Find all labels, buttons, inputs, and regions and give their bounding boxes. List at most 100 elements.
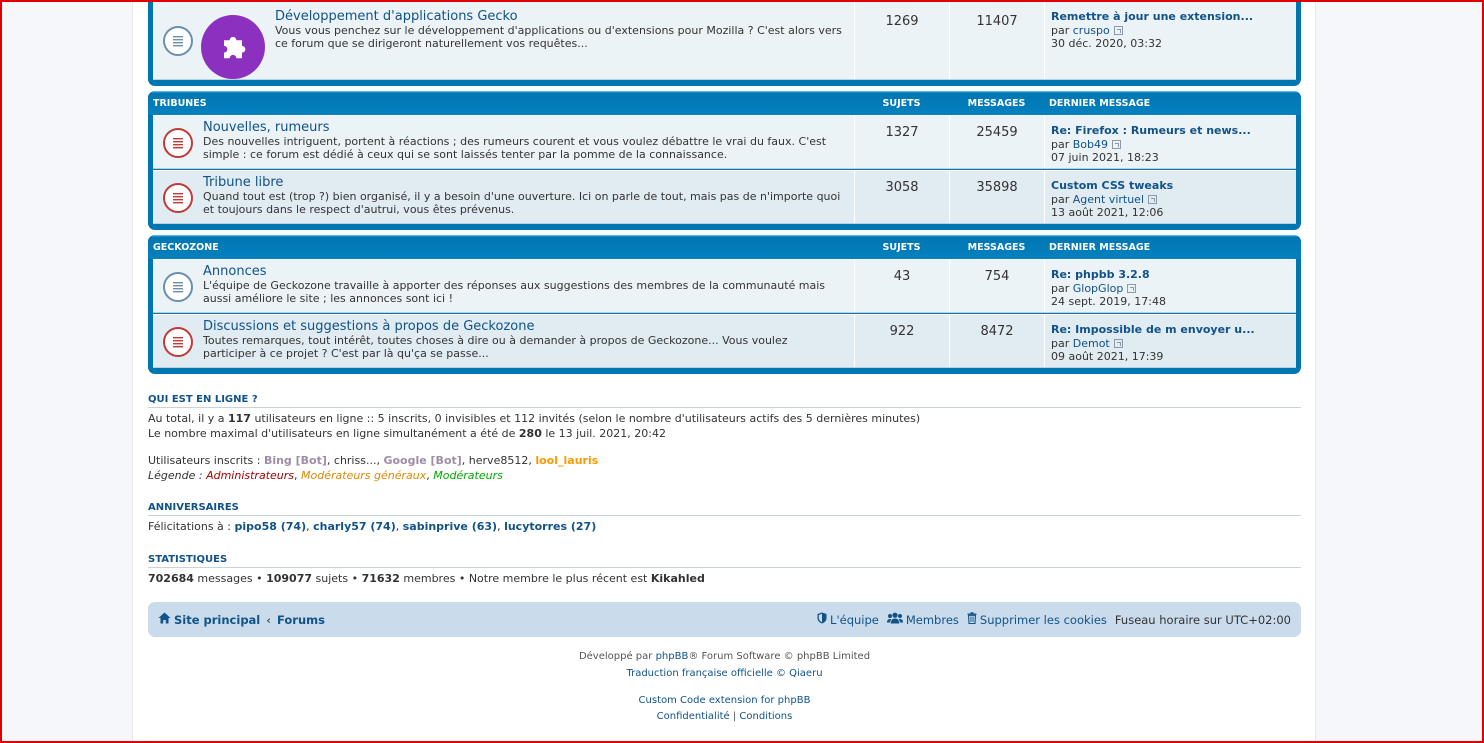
online-section-title[interactable]: QUI EST EN LIGNE ?	[148, 394, 1301, 408]
forum-description: L'équipe de Geckozone travaille à apport…	[203, 278, 826, 306]
last-post-user[interactable]: cruspo	[1073, 24, 1110, 37]
privacy-link[interactable]: Confidentialité	[657, 711, 730, 722]
goto-post-icon[interactable]	[1127, 283, 1137, 293]
forum-topics-count: 1269	[854, 0, 949, 79]
site-home-link[interactable]: Site principal	[174, 613, 260, 627]
stats-section-title: STATISTIQUES	[148, 554, 1301, 568]
legend-gmod-link[interactable]: Modérateurs généraux	[301, 469, 426, 482]
goto-post-icon[interactable]	[1113, 338, 1123, 348]
forum-unread-icon	[163, 183, 193, 213]
online-text: Au total, il y a	[148, 412, 228, 425]
forum-row[interactable]: Tribune libre Quand tout est (trop ?) bi…	[153, 170, 1296, 224]
timezone-label: Fuseau horaire sur UTC+02:00	[1114, 612, 1291, 627]
terms-link[interactable]: Conditions	[739, 711, 792, 722]
footer-custom-code: Custom Code extension for phpBB	[148, 695, 1301, 706]
last-post-title[interactable]: Re: phpbb 3.2.8	[1051, 268, 1296, 282]
last-post-by: par	[1051, 137, 1070, 151]
goto-post-icon[interactable]	[1112, 139, 1122, 149]
last-post-date: 09 août 2021, 17:39	[1051, 350, 1164, 363]
breadcrumb-separator: ‹	[266, 612, 271, 627]
legend-mod-link[interactable]: Modérateurs	[433, 469, 503, 482]
category-tribunes: TRIBUNES SUJETS MESSAGES DERNIER MESSAGE…	[148, 91, 1301, 230]
forum-topics-count: 43	[854, 260, 949, 312]
last-post-title[interactable]: Custom CSS tweaks	[1051, 179, 1296, 193]
user-link[interactable]: Google [Bot]	[383, 454, 461, 467]
last-post-by: par	[1051, 336, 1070, 350]
forum-posts-count: 11407	[949, 0, 1044, 79]
online-text: le 13 juil. 2021, 20:42	[541, 427, 666, 440]
stats-text: sujets •	[312, 572, 362, 585]
birthday-user-link[interactable]: charly57 (74)	[313, 520, 396, 533]
delete-cookies-link[interactable]: Supprimer les cookies	[980, 613, 1107, 627]
shield-icon	[817, 612, 827, 627]
user-link[interactable]: herve8512	[469, 454, 529, 467]
last-post-date: 13 août 2021, 12:06	[1051, 206, 1164, 219]
last-post-user[interactable]: Demot	[1073, 337, 1110, 350]
footer-copyright: Développé par phpBB® Forum Software © ph…	[148, 651, 1301, 662]
forum-row[interactable]: Nouvelles, rumeurs Des nouvelles intrigu…	[153, 115, 1296, 169]
user-link[interactable]: lool_lauris	[535, 454, 598, 467]
forum-title[interactable]: Développement d'applications Gecko	[275, 10, 850, 24]
online-max-count: 280	[518, 427, 542, 440]
members-link[interactable]: Membres	[906, 613, 959, 627]
birthday-user-link[interactable]: sabinprive (63)	[403, 520, 497, 533]
custom-code-link[interactable]: Custom Code extension for phpBB	[639, 695, 811, 706]
birthdays-line: Félicitations à : pipo58 (74), charly57 …	[148, 520, 597, 533]
cookies-link-group[interactable]: Supprimer les cookies	[967, 612, 1107, 627]
team-link-group[interactable]: L'équipe	[817, 612, 879, 627]
birthdays-label: Félicitations à :	[148, 520, 235, 533]
breadcrumb: Site principal ‹ Forums	[158, 612, 325, 627]
footer-translation: Traduction française officielle © Qiaeru	[148, 668, 1301, 679]
page-wrapper: Développement d'applications Gecko Vous …	[132, 0, 1316, 743]
category-title[interactable]: GECKOZONE	[153, 242, 854, 253]
forums-link[interactable]: Forums	[277, 613, 325, 627]
legend-admin-link[interactable]: Administrateurs	[206, 469, 294, 482]
forum-posts-count: 8472	[949, 315, 1044, 367]
last-post-by: par	[1051, 192, 1070, 206]
online-total-line: Au total, il y a 117 utilisateurs en lig…	[148, 412, 920, 425]
last-post-user[interactable]: GlopGlop	[1073, 282, 1124, 295]
forum-title[interactable]: Discussions et suggestions à propos de G…	[203, 320, 843, 334]
forum-unread-icon	[163, 327, 193, 357]
newest-member-link[interactable]: Kikahled	[651, 572, 705, 585]
online-text: utilisateurs en ligne :: 5 inscrits, 0 i…	[250, 412, 921, 425]
last-post-user[interactable]: Bob49	[1073, 138, 1108, 151]
forum-row-gecko-dev[interactable]: Développement d'applications Gecko Vous …	[153, 0, 1296, 80]
category-title[interactable]: TRIBUNES	[153, 98, 854, 109]
puzzle-icon	[201, 15, 265, 79]
legend-line: Légende : Administrateurs, Modérateurs g…	[148, 469, 503, 482]
forum-description: Vous vous penchez sur le développement d…	[275, 23, 842, 51]
last-post-title[interactable]: Remettre à jour une extension...	[1051, 10, 1296, 24]
category-header: TRIBUNES SUJETS MESSAGES DERNIER MESSAGE	[148, 91, 1301, 115]
last-post-title[interactable]: Re: Firefox : Rumeurs et news...	[1051, 124, 1296, 138]
online-text: Le nombre maximal d'utilisateurs en lign…	[148, 427, 519, 440]
forum-row[interactable]: Annonces L'équipe de Geckozone travaille…	[153, 259, 1296, 313]
last-post-user[interactable]: Agent virtuel	[1073, 193, 1144, 206]
col-header-posts: MESSAGES	[967, 241, 1026, 253]
forum-read-icon	[163, 272, 193, 302]
birthday-user-link[interactable]: pipo58 (74)	[235, 520, 307, 533]
online-count: 117	[228, 412, 251, 425]
translation-link[interactable]: Traduction française officielle © Qiaeru	[626, 668, 822, 679]
forum-title[interactable]: Tribune libre	[203, 176, 843, 190]
user-link[interactable]: Bing [Bot]	[264, 454, 327, 467]
last-post-date: 07 juin 2021, 18:23	[1051, 151, 1159, 164]
last-post-title[interactable]: Re: Impossible de m envoyer u...	[1051, 323, 1296, 337]
footer-text: Développé par	[578, 651, 656, 662]
trash-icon	[967, 612, 977, 627]
members-link-group[interactable]: Membres	[886, 612, 959, 627]
team-link[interactable]: L'équipe	[830, 613, 879, 627]
birthday-user-link[interactable]: lucytorres (27)	[504, 520, 596, 533]
phpbb-link[interactable]: phpBB	[656, 651, 689, 662]
forum-row[interactable]: Discussions et suggestions à propos de G…	[153, 314, 1296, 368]
forum-title[interactable]: Annonces	[203, 265, 843, 279]
forum-title[interactable]: Nouvelles, rumeurs	[203, 121, 843, 135]
goto-post-icon[interactable]	[1148, 194, 1158, 204]
stats-text: messages •	[193, 572, 267, 585]
legend-label: Légende :	[148, 469, 207, 482]
goto-post-icon[interactable]	[1113, 25, 1123, 35]
home-icon	[158, 612, 171, 627]
forum-block-top: Développement d'applications Gecko Vous …	[148, 0, 1301, 86]
user-link[interactable]: chriss...	[334, 454, 377, 467]
stats-members: 71632	[361, 572, 400, 585]
